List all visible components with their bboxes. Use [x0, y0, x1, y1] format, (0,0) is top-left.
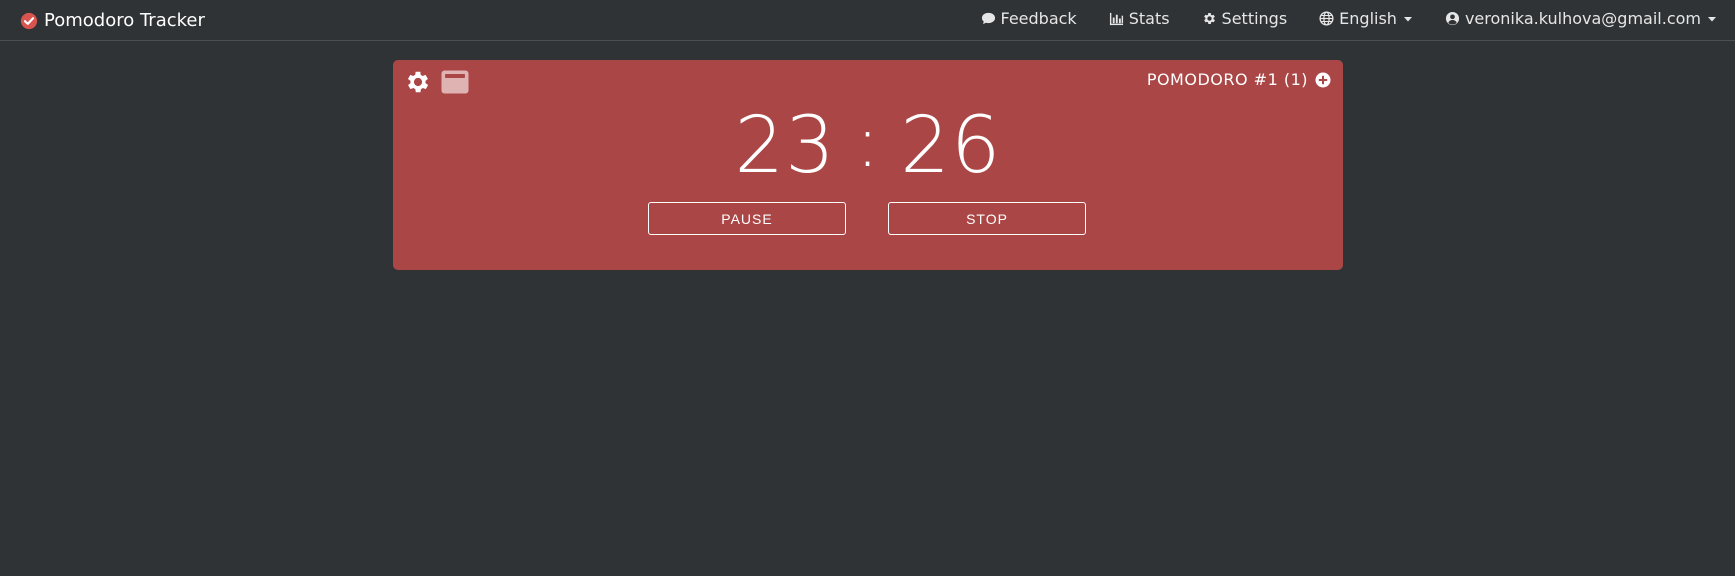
timer-display: 23 : 26 [393, 98, 1343, 194]
nav-feedback[interactable]: Feedback [981, 9, 1077, 28]
gear-icon[interactable] [404, 68, 432, 96]
pause-button[interactable]: PAUSE [648, 202, 846, 235]
brand-link[interactable]: Pomodoro Tracker [20, 10, 205, 31]
top-navbar: Pomodoro Tracker Feedback Stats Settings… [0, 0, 1735, 41]
nav-feedback-label: Feedback [1000, 9, 1077, 28]
language-dropdown[interactable]: English [1319, 9, 1413, 28]
timer-seconds: 26 [900, 101, 1002, 191]
nav-settings-label: Settings [1221, 9, 1288, 28]
comment-icon [981, 12, 995, 25]
check-circle-icon [20, 12, 38, 29]
timer-card: POMODORO #1 (1) 23 : 26 PAUSE STOP [393, 60, 1343, 270]
nav-menu: Feedback Stats Settings English veronika… [981, 9, 1718, 28]
caret-down-icon [1403, 16, 1412, 21]
stop-button[interactable]: STOP [888, 202, 1086, 235]
pomodoro-label: POMODORO #1 (1) [1146, 70, 1308, 89]
timer-minutes: 23 [734, 101, 836, 191]
window-icon[interactable] [441, 70, 469, 94]
nav-stats-label: Stats [1128, 9, 1170, 28]
bar-chart-icon [1109, 12, 1123, 26]
account-email: veronika.kulhova@gmail.com [1464, 9, 1701, 28]
language-label: English [1339, 9, 1397, 28]
plus-circle-icon[interactable] [1315, 72, 1331, 88]
app-title: Pomodoro Tracker [44, 10, 205, 31]
timer-separator: : [855, 101, 881, 183]
caret-down-icon [1708, 16, 1716, 21]
nav-settings[interactable]: Settings [1202, 9, 1288, 28]
globe-icon [1319, 11, 1334, 26]
user-circle-icon [1445, 11, 1460, 26]
gear-icon [1203, 13, 1215, 24]
pomodoro-counter: POMODORO #1 (1) [1147, 70, 1331, 89]
account-dropdown[interactable]: veronika.kulhova@gmail.com [1445, 9, 1717, 28]
nav-stats[interactable]: Stats [1109, 9, 1170, 28]
